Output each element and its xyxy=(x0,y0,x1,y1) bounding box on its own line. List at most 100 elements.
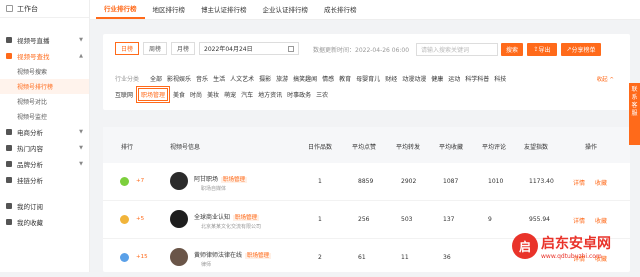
category-item[interactable]: 摄影 xyxy=(259,74,271,83)
nav-brand[interactable]: 品牌分析 ▼ xyxy=(0,156,89,172)
tab-blogger[interactable]: 博主认证排行榜 xyxy=(193,0,255,19)
cell-works: 1 xyxy=(318,216,322,223)
watermark-title: 启东安卓网 xyxy=(541,235,611,252)
workbench-item[interactable]: 工作台 xyxy=(0,0,89,18)
category-item[interactable]: 科学科普 xyxy=(465,74,489,83)
nav-ranking[interactable]: 视频号排行榜 xyxy=(0,79,89,94)
nav-hot-label: 热门内容 xyxy=(17,145,43,153)
star-icon xyxy=(6,219,12,225)
category-item[interactable]: 时尚 xyxy=(190,90,202,99)
workbench-icon xyxy=(6,5,13,12)
tab-growth[interactable]: 成长排行榜 xyxy=(316,0,365,19)
search-input[interactable]: 请输入搜索关键词 xyxy=(416,43,498,56)
nav-subscribe[interactable]: 我的订阅 xyxy=(0,198,89,214)
update-time: 数据更新时间：2022-04-26 06:00 xyxy=(313,47,410,54)
category-item[interactable]: 影视娱乐 xyxy=(167,74,191,83)
favorite-link[interactable]: 收藏 xyxy=(595,216,607,225)
rank-medal-icon xyxy=(120,215,129,224)
contact-service-button[interactable]: 联系客服 xyxy=(629,83,640,145)
nav-subscribe-label: 我的订阅 xyxy=(17,203,43,211)
account-sub: 职场自媒体 xyxy=(201,186,227,192)
cell-likes: 61 xyxy=(358,254,366,261)
rank-medal-icon xyxy=(120,253,129,262)
chevron-down-icon: ▼ xyxy=(79,37,83,43)
watermark-url: www.qdtubuzhi.com xyxy=(541,252,602,260)
period-week-button[interactable]: 周榜 xyxy=(143,42,168,55)
category-item[interactable]: 萌宠 xyxy=(224,90,236,99)
collapse-label: 收起 xyxy=(596,77,608,83)
category-item[interactable]: 动漫动漫 xyxy=(402,74,426,83)
date-picker[interactable]: 2022年04月24日 xyxy=(199,42,300,55)
nav-find[interactable]: 视频号查找 ▲ xyxy=(0,48,89,64)
category-item[interactable]: 人文艺术 xyxy=(230,74,254,83)
account-name[interactable]: 全球商业认知 xyxy=(194,214,230,221)
cell-comments: 1010 xyxy=(488,178,504,185)
category-item[interactable]: 教育 xyxy=(339,74,351,83)
category-item[interactable]: 健康 xyxy=(431,74,443,83)
chevron-up-icon: ▲ xyxy=(79,53,83,59)
tab-industry[interactable]: 行业排行榜 xyxy=(96,0,145,19)
category-item[interactable]: 互联网 xyxy=(115,90,133,99)
category-item[interactable]: 母婴育儿 xyxy=(356,74,380,83)
category-item[interactable]: 三农 xyxy=(316,90,328,99)
detail-link[interactable]: 详情 xyxy=(573,178,585,187)
avatar xyxy=(170,210,188,228)
detail-link[interactable]: 详情 xyxy=(573,216,585,225)
category-item[interactable]: 汽车 xyxy=(241,90,253,99)
workbench-label: 工作台 xyxy=(17,4,38,13)
chevron-down-icon: ▼ xyxy=(79,129,83,135)
table-row[interactable]: +7 阿甘职场 职场管理 职场自媒体 1 8859 2902 1087 1010 1173.40 详… xyxy=(103,163,630,201)
nav-favorites[interactable]: 我的收藏 xyxy=(0,214,89,230)
category-item[interactable]: 全部 xyxy=(150,74,162,83)
nav-monitor[interactable]: 视频号监控 xyxy=(0,109,89,124)
nav-hot[interactable]: 热门内容 ▼ xyxy=(0,140,89,156)
category-tag: 职场管理 xyxy=(221,177,248,183)
chevron-down-icon: ▼ xyxy=(79,161,83,167)
period-day-button[interactable]: 日榜 xyxy=(115,42,140,55)
category-item[interactable]: 地方资讯 xyxy=(258,90,282,99)
account-name-wrap: 黄师律师法律在线 职场管理 xyxy=(194,250,272,259)
category-item[interactable]: 音乐 xyxy=(196,74,208,83)
export-button[interactable]: ⇪ 导出 xyxy=(527,43,557,56)
nav-link[interactable]: 挂链分析 xyxy=(0,172,89,188)
category-item[interactable]: 生活 xyxy=(213,74,225,83)
cell-likes: 256 xyxy=(358,216,370,223)
cell-works: 1 xyxy=(318,178,322,185)
account-name[interactable]: 阿甘职场 xyxy=(194,176,218,183)
category-item[interactable]: 时事政务 xyxy=(287,90,311,99)
favorite-link[interactable]: 收藏 xyxy=(595,178,607,187)
share-button[interactable]: ↗ 分享榜单 xyxy=(561,43,601,56)
cell-index: 1173.40 xyxy=(529,178,554,185)
cell-favs: 36 xyxy=(443,254,451,261)
watermark: 启 启东安卓网 www.qdtubuzhi.com xyxy=(512,226,630,266)
nav-live[interactable]: 视频号直播 ▼ xyxy=(0,32,89,48)
rank-change: +7 xyxy=(136,178,145,184)
category-item[interactable]: 情感 xyxy=(322,74,334,83)
nav-live-label: 视频号直播 xyxy=(17,37,50,45)
period-month-button[interactable]: 月榜 xyxy=(171,42,196,55)
col-info: 视频号信息 xyxy=(170,144,201,151)
collapse-toggle[interactable]: 收起 ^ xyxy=(597,75,614,83)
chevron-up-icon: ^ xyxy=(607,77,614,83)
category-item[interactable]: 美食 xyxy=(173,90,185,99)
nav-search[interactable]: 视频号搜索 xyxy=(0,64,89,79)
category-item[interactable]: 美妆 xyxy=(207,90,219,99)
category-item[interactable]: 运动 xyxy=(448,74,460,83)
tab-region[interactable]: 地区排行榜 xyxy=(145,0,194,19)
category-item[interactable]: 财经 xyxy=(385,74,397,83)
category-item[interactable]: 职场管理 xyxy=(136,86,171,103)
nav-brand-label: 品牌分析 xyxy=(17,161,43,169)
tab-enterprise[interactable]: 企业认证排行榜 xyxy=(255,0,317,19)
category-item[interactable]: 旅游 xyxy=(276,74,288,83)
find-icon xyxy=(6,53,12,59)
search-button[interactable]: 搜索 xyxy=(501,43,523,56)
nav-ecommerce-label: 电商分析 xyxy=(17,129,43,137)
nav-compare[interactable]: 视频号对比 xyxy=(0,94,89,109)
cell-works: 2 xyxy=(318,254,322,261)
category-item[interactable]: 搞笑趣闻 xyxy=(293,74,317,83)
category-label: 行业分类 xyxy=(115,76,140,83)
account-name[interactable]: 黄师律师法律在线 xyxy=(194,252,242,259)
chevron-down-icon: ▼ xyxy=(79,145,83,151)
nav-ecommerce[interactable]: 电商分析 ▼ xyxy=(0,124,89,140)
category-item[interactable]: 科技 xyxy=(494,74,506,83)
